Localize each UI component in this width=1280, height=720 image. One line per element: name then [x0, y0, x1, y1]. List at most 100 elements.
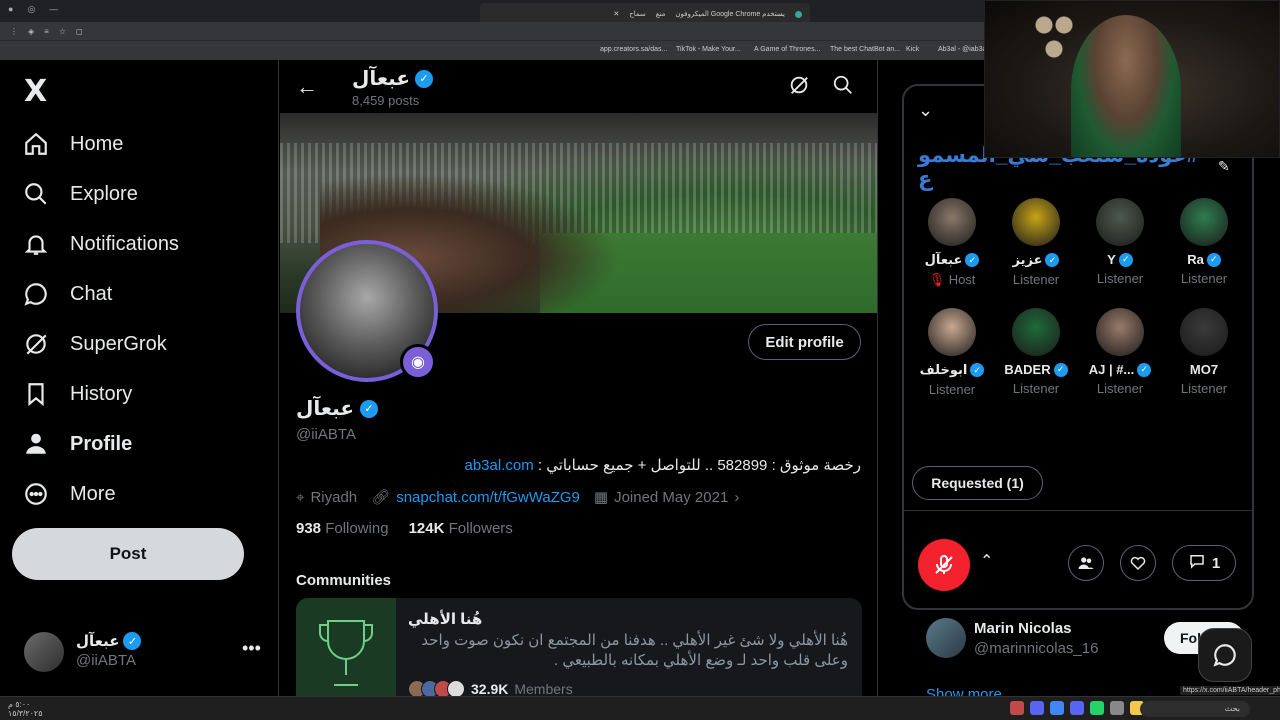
account-handle: @iiABTA [76, 652, 136, 669]
following-count: 938 [296, 520, 322, 537]
profile-bio: رخصة موثوق : 582899 .. للتواصل + جميع حس… [465, 456, 862, 474]
grok-icon[interactable] [788, 74, 810, 101]
speaker-name: ابوخلف [919, 362, 968, 377]
nav-notifications[interactable]: Notifications [22, 226, 179, 262]
app-icon[interactable] [1070, 701, 1084, 715]
space-speaker[interactable]: عزيز ✓ Listener [996, 198, 1076, 287]
star-icon[interactable]: ☆ [59, 27, 66, 36]
speaker-role: Listener [1164, 271, 1244, 286]
bookmark-item[interactable]: TikTok - Make Your... [676, 46, 741, 53]
bookmark-item[interactable]: The best ChatBot an... [830, 46, 900, 53]
nav-explore[interactable]: Explore [22, 176, 138, 212]
app-icon[interactable] [1110, 701, 1124, 715]
back-arrow-icon[interactable]: ← [296, 74, 318, 100]
nav-label: Profile [70, 432, 133, 455]
followers-link[interactable]: 124K Followers [409, 520, 513, 537]
website-link[interactable]: snapchat.com/t/fGwWaZG9 [396, 489, 580, 506]
speaker-name: Y [1107, 252, 1116, 267]
home-icon [22, 130, 50, 158]
taskbar: ٥:٠٠ م ١٥/٣/٢٠٢٥ بحث [0, 696, 1280, 720]
heart-add-icon[interactable] [1120, 545, 1156, 581]
bookmark-item[interactable]: Kick [906, 46, 919, 53]
bookmark-item[interactable]: A Game of Thrones... [754, 46, 820, 53]
extension-icon[interactable]: ≡ [44, 27, 49, 36]
search-icon[interactable] [832, 74, 854, 101]
menu-icon[interactable]: ⋮ [10, 27, 18, 36]
allow-button[interactable]: سماح [629, 10, 646, 18]
bio-link[interactable]: ab3al.com [465, 457, 534, 474]
chat-icon [22, 280, 50, 308]
nav-profile[interactable]: Profile [22, 426, 132, 462]
window-dot-icon[interactable]: ◎ [27, 4, 35, 15]
profile-name-row: عبعآل ✓ [296, 396, 378, 421]
space-speaker[interactable]: عبعآل ✓ 🎙︎ Host [912, 198, 992, 288]
window-dot-icon[interactable]: ● [8, 4, 13, 15]
discord-icon[interactable] [1030, 701, 1044, 715]
chevron-down-icon[interactable]: ⌄ [918, 100, 933, 121]
comments-button[interactable]: 1 [1172, 545, 1236, 581]
speaker-role-text: Listener [1180, 271, 1228, 286]
chevron-right-icon: › [734, 488, 740, 506]
speaker-role-text: Listener [1012, 272, 1060, 287]
location-pin-icon: ⌖ [296, 488, 305, 506]
edit-profile-button[interactable]: Edit profile [748, 324, 861, 360]
speaker-role-text: Listener [1096, 271, 1144, 286]
joined-item[interactable]: ▦ Joined May 2021 › [594, 488, 740, 507]
profile-name: عبعآل [296, 398, 354, 420]
taskbar-search[interactable]: بحث [1140, 701, 1250, 717]
verified-badge-icon: ✓ [1053, 362, 1068, 377]
speaker-name: Ra [1187, 252, 1204, 267]
account-switcher[interactable]: عبعآل ✓ @iiABTA ••• [24, 630, 264, 674]
profile-meta: ⌖ Riyadh 🔗︎ snapchat.com/t/fGwWaZG9 ▦ Joine… [296, 488, 740, 507]
account-name: عبعآل [76, 633, 120, 650]
verified-badge-icon[interactable]: ✓ [359, 399, 378, 418]
suggest-name: Marin Nicolas [974, 620, 1072, 637]
space-speaker[interactable]: AJ | #... ✓ Listener [1080, 308, 1160, 396]
post-button[interactable]: Post [12, 528, 244, 580]
extension-icon[interactable]: ◻ [76, 27, 83, 36]
bookmark-item[interactable]: app.creators.sa/das... [600, 46, 667, 53]
nav-history[interactable]: History [22, 376, 132, 412]
people-icon[interactable] [1068, 545, 1104, 581]
space-speaker[interactable]: MO7 Listener [1164, 308, 1244, 396]
space-speaker[interactable]: Ra ✓ Listener [1164, 198, 1244, 286]
chrome-icon[interactable] [1050, 701, 1064, 715]
space-speaker[interactable]: Y ✓ Listener [1080, 198, 1160, 286]
whatsapp-icon[interactable] [1090, 701, 1104, 715]
avatar [928, 198, 976, 246]
community-card[interactable]: هُنا الأهلي هُنا الأهلي ولا شئ غير الأهل… [296, 598, 862, 696]
nav-more[interactable]: More [22, 476, 116, 512]
speaker-role: Listener [1164, 381, 1244, 396]
space-speaker[interactable]: BADER ✓ Listener [996, 308, 1076, 396]
close-icon[interactable]: ✕ [613, 10, 619, 18]
avatar [1012, 308, 1060, 356]
community-name: هُنا الأهلي [408, 611, 483, 628]
website-item[interactable]: 🔗︎ snapchat.com/t/fGwWaZG9 [371, 488, 580, 507]
extension-icon[interactable]: ◈ [28, 27, 34, 36]
x-logo[interactable]: X [24, 74, 47, 109]
block-button[interactable]: منع [656, 10, 666, 18]
avatar [447, 680, 465, 696]
members-count: 32.9K [471, 681, 509, 696]
nav-home[interactable]: Home [22, 126, 123, 162]
app-icon[interactable] [1010, 701, 1024, 715]
space-controls: ⌃ 1 [904, 510, 1252, 608]
grok-chat-fab-icon[interactable] [1198, 628, 1252, 682]
more-dots-icon[interactable]: ••• [242, 638, 261, 659]
requested-button[interactable]: Requested (1) [912, 466, 1043, 500]
nav-chat[interactable]: Chat [22, 276, 112, 312]
verified-badge-icon: ✓ [414, 69, 433, 88]
mic-muted-icon[interactable] [918, 539, 970, 591]
chevron-up-icon[interactable]: ⌃ [980, 551, 993, 571]
edit-pencil-icon[interactable]: ✎ [1218, 158, 1230, 175]
nav-supergrok[interactable]: SuperGrok [22, 326, 167, 362]
avatar [928, 308, 976, 356]
space-live-badge-icon[interactable]: ◉ [400, 344, 436, 380]
member-avatars [408, 680, 465, 696]
minimize-icon[interactable]: — [49, 4, 58, 15]
space-speaker[interactable]: ابوخلف ✓ Listener [912, 308, 992, 397]
taskbar-clock[interactable]: ٥:٠٠ م ١٥/٣/٢٠٢٥ [8, 700, 43, 718]
following-link[interactable]: 938 Following [296, 520, 389, 537]
mic-muted-icon: 🎙︎ [928, 272, 949, 287]
speaker-role-text: Listener [1012, 381, 1060, 396]
